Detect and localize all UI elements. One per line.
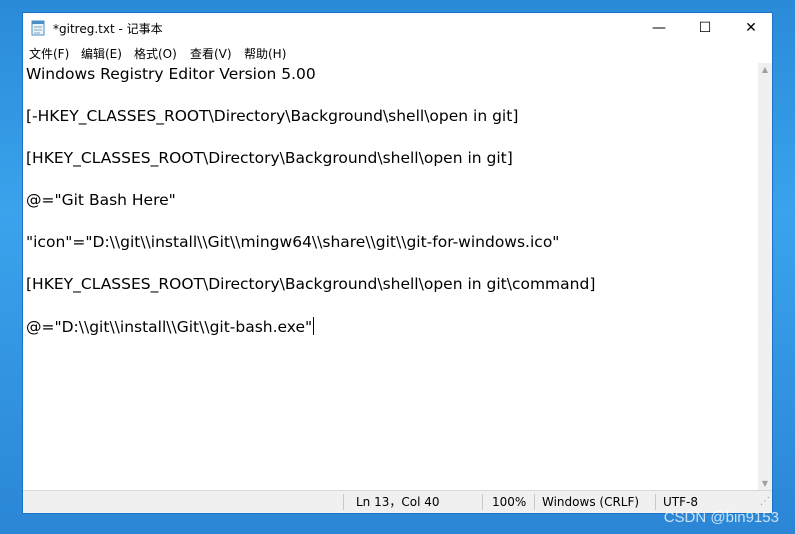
editor-line: [-HKEY_CLASSES_ROOT\Directory\Background… bbox=[26, 107, 519, 125]
editor-line: @="Git Bash Here" bbox=[26, 191, 176, 209]
scroll-up-icon[interactable]: ▲ bbox=[758, 63, 772, 77]
status-divider bbox=[534, 494, 535, 510]
menu-edit[interactable]: 编辑(E) bbox=[81, 45, 122, 62]
watermark: CSDN @bin9153 bbox=[663, 509, 779, 526]
status-bar: Ln 13，Col 40 100% Windows (CRLF) UTF-8 ⋰ bbox=[23, 490, 772, 513]
minimize-button[interactable]: — bbox=[636, 13, 682, 43]
status-divider bbox=[482, 494, 483, 510]
close-button[interactable]: ✕ bbox=[728, 13, 774, 43]
window-title: *gitreg.txt - 记事本 bbox=[53, 22, 163, 36]
editor-line-text: @="D:\\git\\install\\Git\\git-bash.exe" bbox=[26, 318, 313, 336]
text-editor[interactable]: Windows Registry Editor Version 5.00 [-H… bbox=[24, 63, 759, 491]
status-divider bbox=[343, 494, 344, 510]
zoom-level: 100% bbox=[492, 495, 527, 509]
scroll-down-icon[interactable]: ▼ bbox=[758, 477, 772, 491]
text-caret bbox=[313, 317, 315, 335]
status-divider bbox=[655, 494, 656, 510]
menu-format[interactable]: 格式(O) bbox=[134, 45, 177, 62]
vertical-scrollbar[interactable]: ▲ ▼ bbox=[758, 63, 772, 491]
notepad-window: *gitreg.txt - 记事本 — ☐ ✕ 文件(F) 编辑(E) 格式(O… bbox=[22, 12, 773, 514]
menu-help[interactable]: 帮助(H) bbox=[244, 45, 286, 62]
editor-line: [HKEY_CLASSES_ROOT\Directory\Background\… bbox=[26, 149, 513, 167]
notepad-icon bbox=[31, 20, 45, 36]
editor-line: "icon"="D:\\git\\install\\Git\\mingw64\\… bbox=[26, 233, 560, 251]
line-ending: Windows (CRLF) bbox=[542, 495, 640, 509]
editor-line: [HKEY_CLASSES_ROOT\Directory\Background\… bbox=[26, 275, 596, 293]
maximize-button[interactable]: ☐ bbox=[682, 13, 728, 43]
editor-line-last: @="D:\\git\\install\\Git\\git-bash.exe" bbox=[26, 317, 315, 336]
menu-view[interactable]: 查看(V) bbox=[190, 45, 232, 62]
menu-file[interactable]: 文件(F) bbox=[29, 45, 69, 62]
title-bar[interactable]: *gitreg.txt - 记事本 — ☐ ✕ bbox=[23, 13, 772, 43]
editor-line: Windows Registry Editor Version 5.00 bbox=[26, 65, 316, 83]
menu-bar: 文件(F) 编辑(E) 格式(O) 查看(V) 帮助(H) bbox=[23, 43, 772, 63]
cursor-position: Ln 13，Col 40 bbox=[356, 495, 440, 509]
